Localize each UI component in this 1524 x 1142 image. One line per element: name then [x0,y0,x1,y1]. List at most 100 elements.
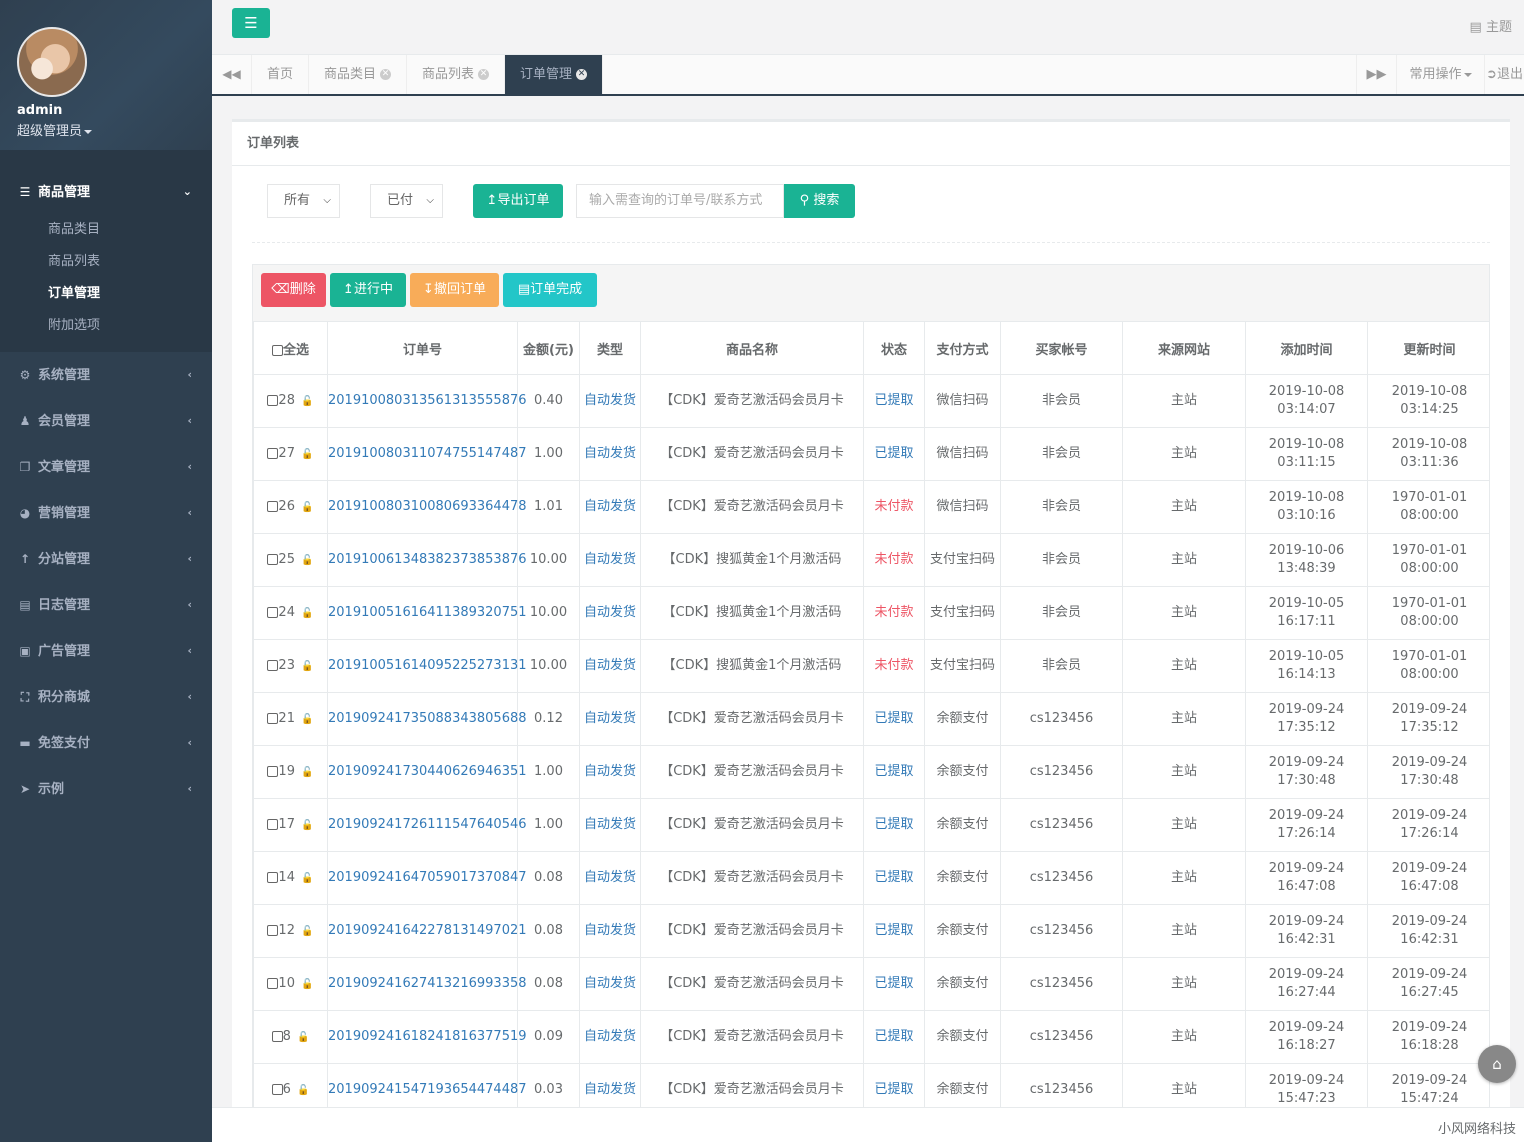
type-link[interactable]: 自动发货 [584,711,636,726]
order-number-link[interactable]: 201909241730440626946351 [328,764,527,779]
order-number-link[interactable]: 201909241547193654474487 [328,1082,527,1097]
unlock-icon[interactable]: 🔓 [301,711,313,729]
order-number-link[interactable]: 201909241618241816377519 [328,1029,527,1044]
row-checkbox[interactable] [271,1030,283,1042]
order-number-link[interactable]: 201909241627413216993358 [328,976,527,991]
unlock-icon[interactable]: 🔓 [301,552,313,570]
row-checkbox[interactable] [267,447,279,459]
nav-item-logs[interactable]: ▤ 日志管理 ‹ [0,582,212,628]
back-to-home-button[interactable]: ⌂ [1478,1045,1516,1083]
order-number-link[interactable]: 201910080311074755147487 [328,446,527,461]
type-link[interactable]: 自动发货 [584,446,636,461]
status-link[interactable]: 已提取 [874,711,913,726]
in-progress-button[interactable]: ↥进行中 [330,273,406,307]
sub-item-order-management[interactable]: 订单管理 [0,278,212,310]
unlock-icon[interactable]: 🔓 [301,817,313,835]
status-link[interactable]: 已提取 [874,1082,913,1097]
status-link[interactable]: 未付款 [874,499,913,514]
profile-role-dropdown[interactable]: 超级管理员 [17,120,93,139]
order-number-link[interactable]: 201910080310080693364478 [328,499,527,514]
select-all-header[interactable]: 全选 [253,321,328,375]
nav-item-members[interactable]: ♟ 会员管理 ‹ [0,398,212,444]
filter-status-select[interactable]: 已付 ⌵ [370,184,443,218]
order-number-link[interactable]: 201909241726111547640546 [328,817,527,832]
unlock-icon[interactable]: 🔓 [301,499,313,517]
search-input[interactable]: 输入需查询的订单号/联系方式 [576,184,784,218]
type-link[interactable]: 自动发货 [584,1082,636,1097]
close-icon[interactable]: ✕ [380,69,392,80]
order-number-link[interactable]: 201910061348382373853876 [328,552,527,567]
export-orders-button[interactable]: ↥导出订单 [473,184,563,218]
status-link[interactable]: 已提取 [874,764,913,779]
type-link[interactable]: 自动发货 [584,499,636,514]
type-link[interactable]: 自动发货 [584,976,636,991]
sub-item-goods-category[interactable]: 商品类目 [0,214,212,246]
status-link[interactable]: 已提取 [874,976,913,991]
unlock-icon[interactable]: 🔓 [297,1082,309,1100]
status-link[interactable]: 已提取 [874,817,913,832]
row-checkbox[interactable] [267,924,279,936]
common-ops-dropdown[interactable]: 常用操作 [1396,55,1484,94]
row-checkbox[interactable] [267,977,279,989]
sub-item-extra-options[interactable]: 附加选项 [0,310,212,342]
order-number-link[interactable]: 201909241642278131497021 [328,923,527,938]
status-link[interactable]: 已提取 [874,1029,913,1044]
type-link[interactable]: 自动发货 [584,605,636,620]
unlock-icon[interactable]: 🔓 [301,605,313,623]
status-link[interactable]: 已提取 [874,923,913,938]
type-link[interactable]: 自动发货 [584,552,636,567]
row-checkbox[interactable] [267,394,279,406]
row-checkbox[interactable] [267,712,279,724]
tab-order-management[interactable]: 订单管理 ✕ [505,55,604,94]
tab-goods-list[interactable]: 商品列表 ✕ [407,55,506,94]
type-link[interactable]: 自动发货 [584,393,636,408]
unlock-icon[interactable]: 🔓 [301,764,313,782]
type-link[interactable]: 自动发货 [584,817,636,832]
row-checkbox[interactable] [267,765,279,777]
nav-item-free-pay[interactable]: ▬ 免签支付 ‹ [0,720,212,766]
status-link[interactable]: 已提取 [874,870,913,885]
nav-item-examples[interactable]: ➤ 示例 ‹ [0,766,212,812]
row-checkbox[interactable] [271,1083,283,1095]
status-link[interactable]: 未付款 [874,605,913,620]
select-all-checkbox[interactable] [271,344,283,356]
row-checkbox[interactable] [267,659,279,671]
nav-item-goods-management[interactable]: ☰ 商品管理 ⌄ [0,170,212,214]
order-number-link[interactable]: 201910051616411389320751 [328,605,527,620]
status-link[interactable]: 未付款 [874,658,913,673]
order-number-link[interactable]: 201910080313561313555876 [328,393,527,408]
nav-item-articles[interactable]: ❐ 文章管理 ‹ [0,444,212,490]
avatar[interactable] [17,27,87,97]
unlock-icon[interactable]: 🔓 [301,870,313,888]
order-number-link[interactable]: 201910051614095225273131 [328,658,527,673]
delete-button[interactable]: ⌫删除 [261,273,326,307]
unlock-icon[interactable]: 🔓 [301,923,313,941]
status-link[interactable]: 未付款 [874,552,913,567]
tab-home[interactable]: 首页 [252,55,310,94]
type-link[interactable]: 自动发货 [584,764,636,779]
row-checkbox[interactable] [267,553,279,565]
sidebar-toggle-button[interactable]: ☰ [232,8,270,38]
type-link[interactable]: 自动发货 [584,658,636,673]
filter-all-select[interactable]: 所有 ⌵ [267,184,340,218]
tabs-scroll-left-button[interactable]: ◀◀ [212,55,252,94]
order-number-link[interactable]: 201909241735088343805688 [328,711,527,726]
row-checkbox[interactable] [267,818,279,830]
nav-item-marketing[interactable]: ◕ 营销管理 ‹ [0,490,212,536]
row-checkbox[interactable] [267,871,279,883]
status-link[interactable]: 已提取 [874,393,913,408]
status-link[interactable]: 已提取 [874,446,913,461]
type-link[interactable]: 自动发货 [584,1029,636,1044]
close-icon[interactable]: ✕ [576,69,588,80]
nav-item-ads[interactable]: ▣ 广告管理 ‹ [0,628,212,674]
theme-button[interactable]: ▤ 主题 [1470,16,1512,35]
nav-item-substations[interactable]: ↑ 分站管理 ‹ [0,536,212,582]
row-checkbox[interactable] [267,606,279,618]
nav-item-system[interactable]: ⚙ 系统管理 ‹ [0,352,212,398]
tab-goods-category[interactable]: 商品类目 ✕ [309,55,408,94]
nav-item-points-mall[interactable]: ⛶ 积分商城 ‹ [0,674,212,720]
search-button[interactable]: ⚲ 搜索 [784,184,855,218]
complete-order-button[interactable]: ▤订单完成 [503,273,597,307]
order-number-link[interactable]: 201909241647059017370847 [328,870,527,885]
unlock-icon[interactable]: 🔓 [301,393,313,411]
